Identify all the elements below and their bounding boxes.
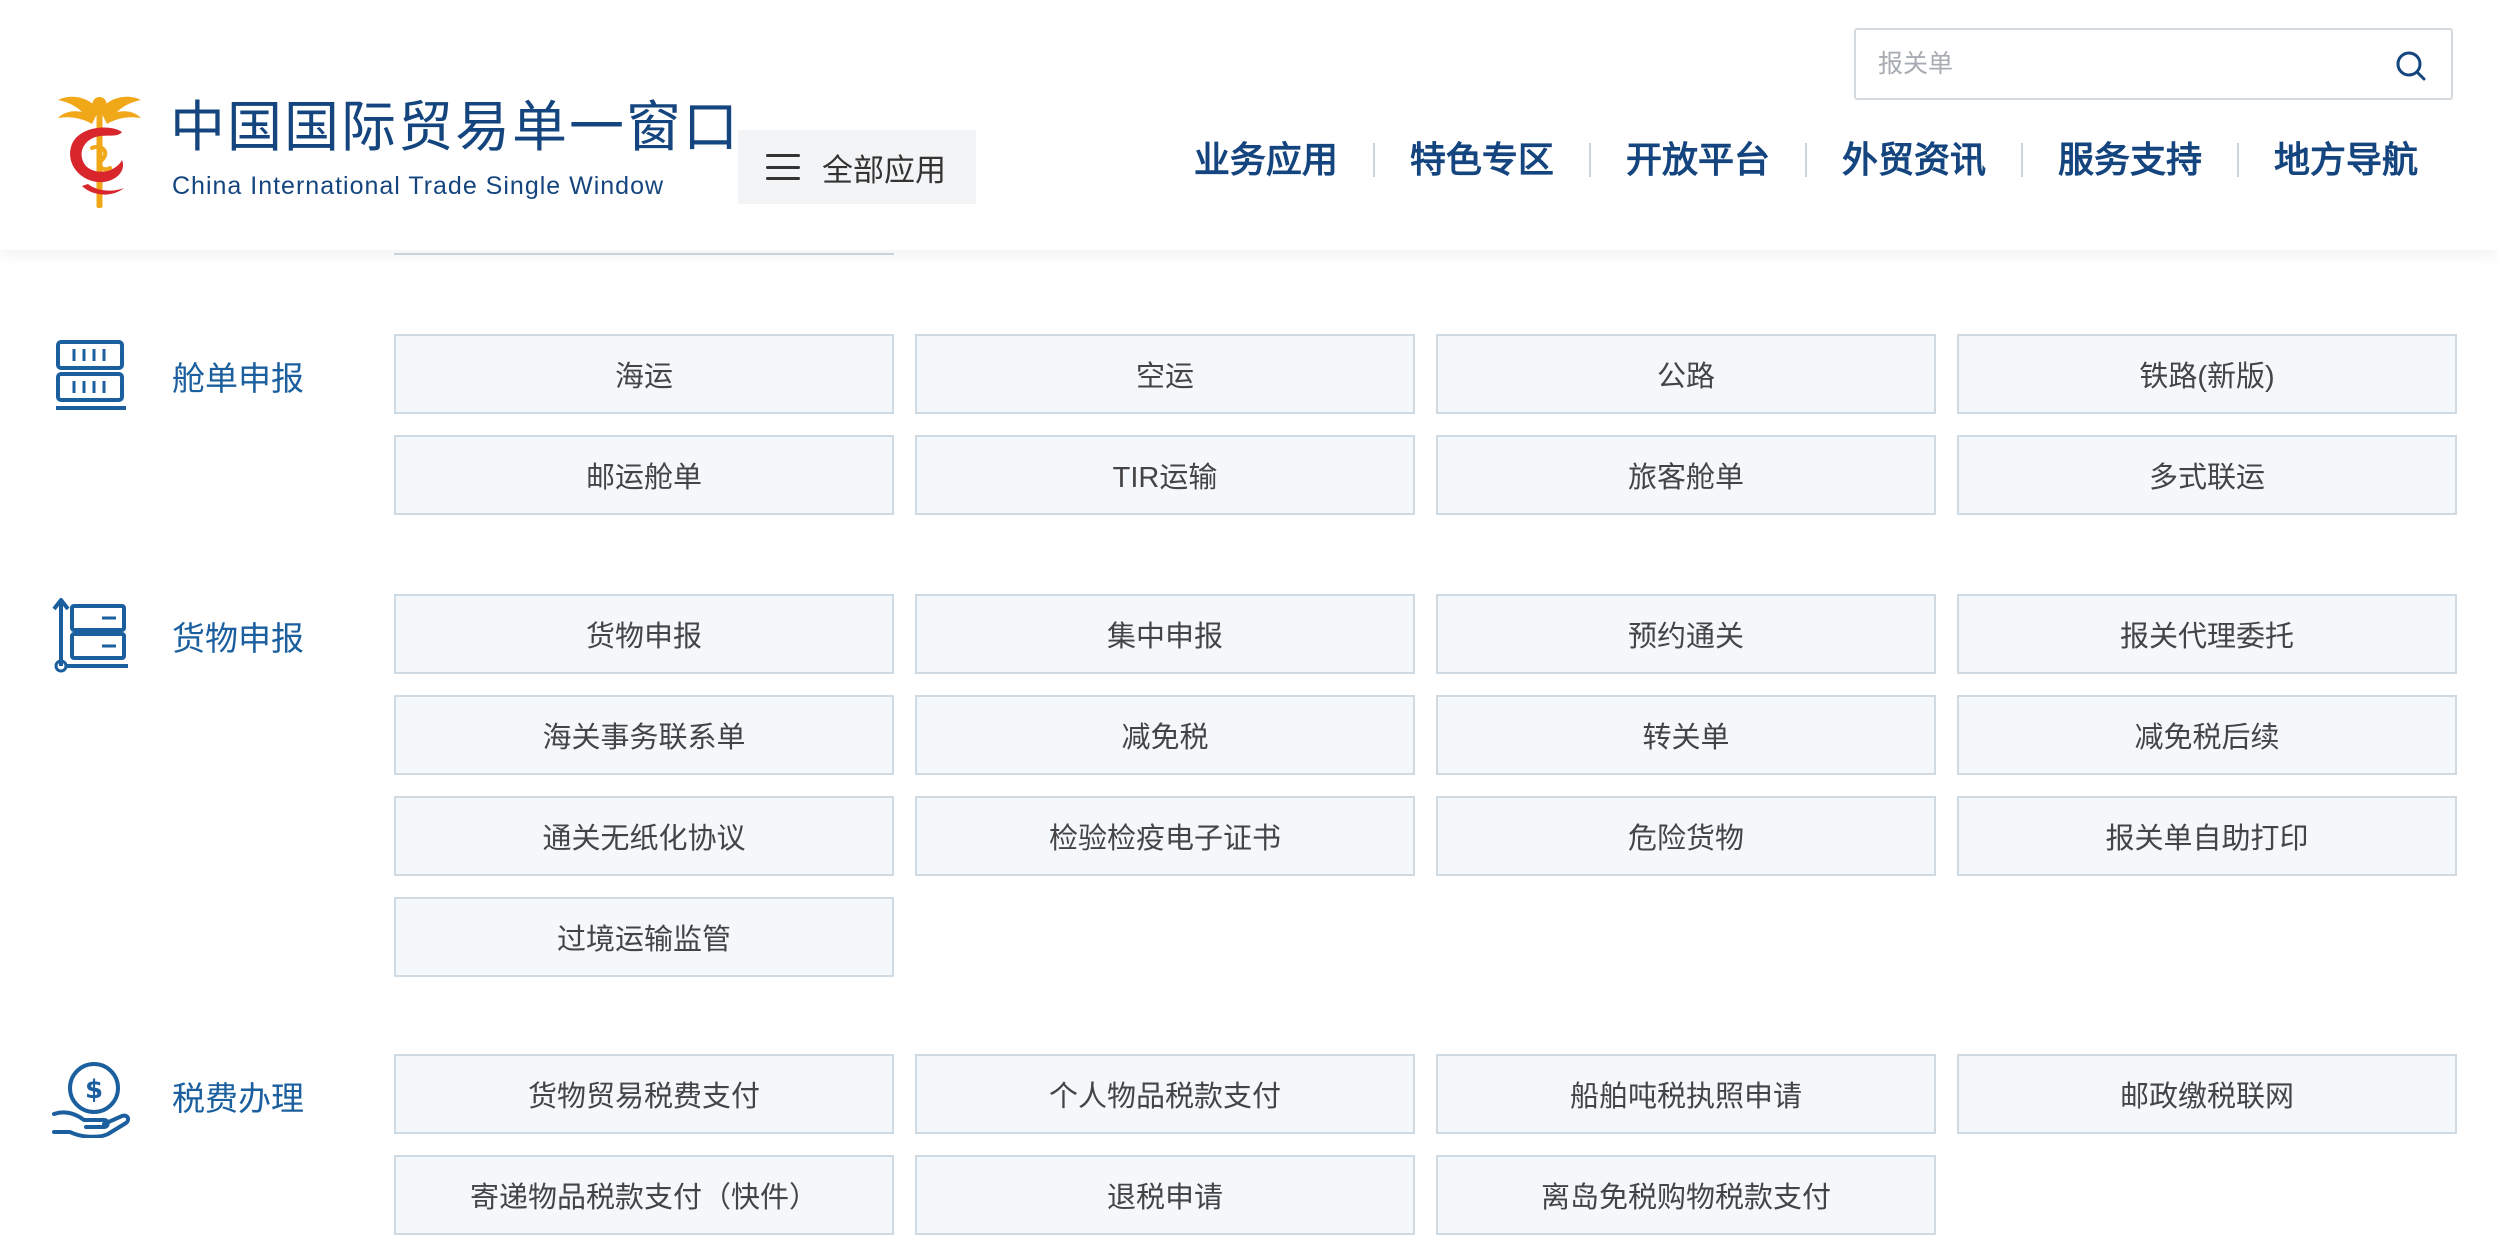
section-label-cargo: 货物申报 bbox=[172, 620, 304, 657]
app-tile[interactable]: 个人物品税款支付 bbox=[915, 1054, 1415, 1134]
app-tile[interactable]: 邮运舱单 bbox=[394, 435, 894, 515]
app-tile[interactable]: 过境运输监管 bbox=[394, 897, 894, 977]
search-box bbox=[1854, 28, 2453, 100]
nav-business-apps[interactable]: 业务应用 bbox=[1194, 142, 1338, 178]
nav-local-navigation[interactable]: 地方导航 bbox=[2274, 142, 2418, 178]
app-tile[interactable]: 海关事务联系单 bbox=[394, 695, 894, 775]
nav-divider bbox=[2020, 143, 2023, 177]
app-tile[interactable]: 检验检疫电子证书 bbox=[915, 796, 1415, 876]
app-tile[interactable]: 旅客舱单 bbox=[1436, 435, 1936, 515]
app-tile[interactable]: 公路 bbox=[1436, 334, 1936, 414]
app-tile[interactable]: 空运 bbox=[915, 334, 1415, 414]
nav-divider bbox=[2236, 143, 2239, 177]
app-tile[interactable]: 集中申报 bbox=[915, 594, 1415, 674]
app-tile[interactable]: 货物贸易税费支付 bbox=[394, 1054, 894, 1134]
search-input[interactable] bbox=[1878, 30, 2358, 98]
app-tile[interactable]: 海运 bbox=[394, 334, 894, 414]
app-tile[interactable]: TIR运输 bbox=[915, 435, 1415, 515]
top-navigation: 业务应用 特色专区 开放平台 外贸资讯 服务支持 地方导航 bbox=[1194, 142, 2418, 178]
nav-trade-news[interactable]: 外贸资讯 bbox=[1842, 142, 1986, 178]
app-tile[interactable]: 退税申请 bbox=[915, 1155, 1415, 1235]
caduceus-logo-icon[interactable] bbox=[52, 88, 147, 214]
app-tile[interactable]: 减免税后续 bbox=[1957, 695, 2457, 775]
app-tile[interactable]: 多式联运 bbox=[1957, 435, 2457, 515]
nav-divider bbox=[1804, 143, 1807, 177]
cargo-app-grid: 货物申报 集中申报 预约通关 报关代理委托 海关事务联系单 减免税 转关单 减免… bbox=[394, 594, 2457, 977]
nav-service-support[interactable]: 服务支持 bbox=[2058, 142, 2202, 178]
app-tile[interactable]: 危险货物 bbox=[1436, 796, 1936, 876]
app-tile[interactable]: 货物申报 bbox=[394, 594, 894, 674]
logo-title[interactable]: 中国国际贸易单一窗口 bbox=[170, 100, 740, 155]
all-apps-button[interactable]: 全部应用 bbox=[738, 130, 976, 204]
logo-subtitle[interactable]: China International Trade Single Window bbox=[172, 174, 664, 199]
manifest-app-grid: 海运 空运 公路 铁路(新版) 邮运舱单 TIR运输 旅客舱单 多式联运 bbox=[394, 334, 2457, 515]
all-apps-label: 全部应用 bbox=[822, 152, 946, 188]
app-tile[interactable]: 报关单自助打印 bbox=[1957, 796, 2457, 876]
app-tile[interactable]: 寄递物品税款支付（快件） bbox=[394, 1155, 894, 1235]
app-tile[interactable]: 转关单 bbox=[1436, 695, 1936, 775]
cargo-icon bbox=[52, 598, 128, 673]
app-tile[interactable]: 船舶吨税执照申请 bbox=[1436, 1054, 1936, 1134]
app-tile[interactable]: 减免税 bbox=[915, 695, 1415, 775]
section-label-manifest: 舱单申报 bbox=[172, 360, 304, 397]
site-header: 中国国际贸易单一窗口 China International Trade Sin… bbox=[0, 0, 2498, 250]
app-tile[interactable]: 报关代理委托 bbox=[1957, 594, 2457, 674]
app-tile[interactable]: 铁路(新版) bbox=[1957, 334, 2457, 414]
nav-divider bbox=[1588, 143, 1591, 177]
section-label-tax: 税费办理 bbox=[172, 1080, 304, 1117]
nav-open-platform[interactable]: 开放平台 bbox=[1626, 142, 1770, 178]
nav-featured-zone[interactable]: 特色专区 bbox=[1410, 142, 1554, 178]
app-tile[interactable]: 通关无纸化协议 bbox=[394, 796, 894, 876]
menu-icon bbox=[766, 154, 800, 180]
tax-app-grid: 货物贸易税费支付 个人物品税款支付 船舶吨税执照申请 邮政缴税联网 寄递物品税款… bbox=[394, 1054, 2457, 1235]
svg-text:$: $ bbox=[85, 1075, 103, 1105]
nav-divider bbox=[1372, 143, 1375, 177]
app-tile[interactable]: 邮政缴税联网 bbox=[1957, 1054, 2457, 1134]
app-tile[interactable]: 离岛免税购物税款支付 bbox=[1436, 1155, 1936, 1235]
manifest-icon bbox=[56, 340, 126, 410]
tax-payment-icon: $ bbox=[52, 1062, 130, 1138]
search-icon[interactable] bbox=[2393, 48, 2429, 84]
app-tile[interactable]: 预约通关 bbox=[1436, 594, 1936, 674]
